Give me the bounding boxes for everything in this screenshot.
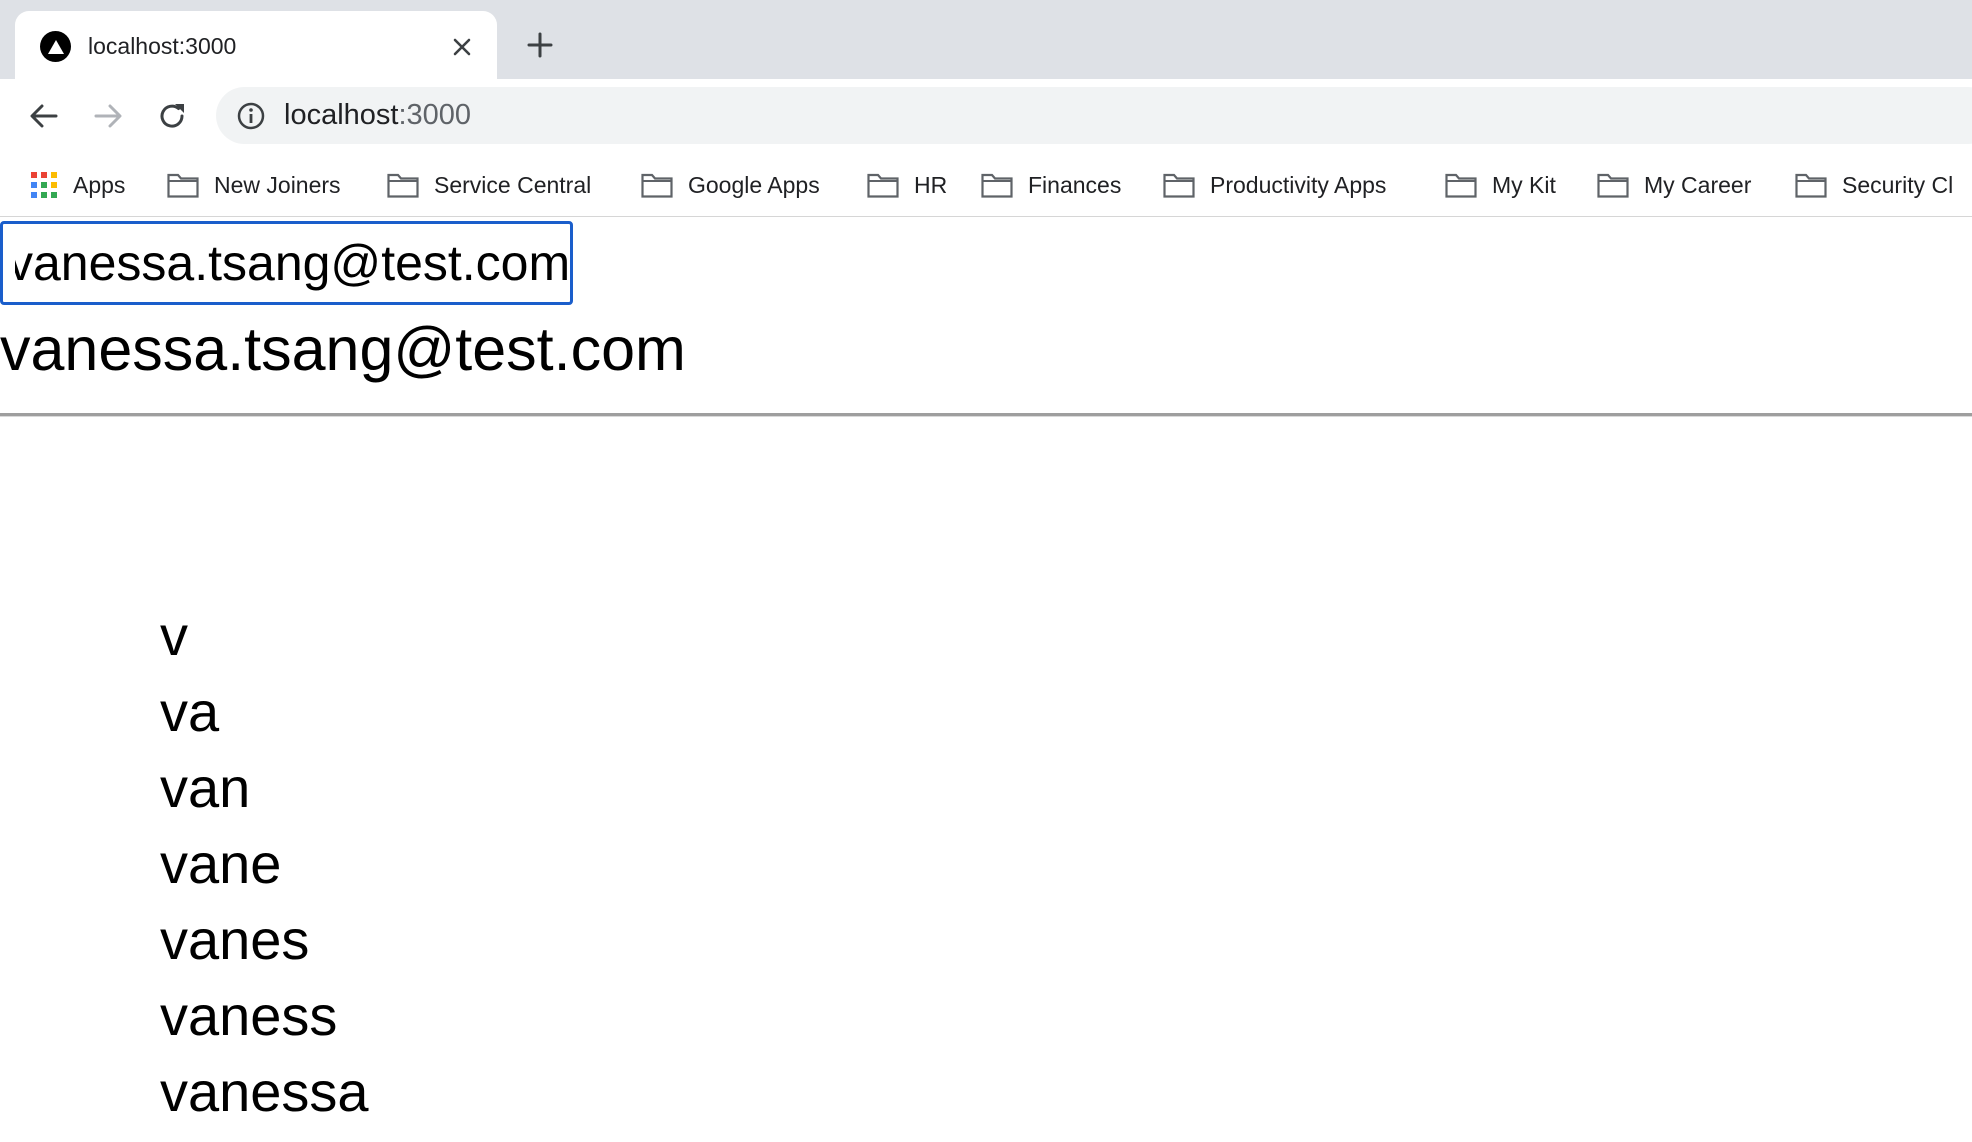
back-arrow-icon[interactable] xyxy=(24,96,64,136)
list-item: va xyxy=(160,680,220,743)
email-input[interactable] xyxy=(0,221,573,305)
bookmark-label: Google Apps xyxy=(688,171,820,198)
bookmarks-bar: Apps New Joiners Service Central Google … xyxy=(0,152,1972,217)
folder-icon xyxy=(1597,173,1629,198)
folder-icon xyxy=(1795,173,1827,198)
bookmark-label: Productivity Apps xyxy=(1210,171,1387,198)
bookmark-label: Finances xyxy=(1028,171,1122,198)
tab-title: localhost:3000 xyxy=(88,33,237,59)
tab-strip: localhost:3000 xyxy=(0,0,1972,79)
bookmark-label: My Career xyxy=(1644,171,1752,198)
bookmark-my-career[interactable]: My Career xyxy=(1597,167,1751,203)
bookmark-label: New Joiners xyxy=(214,171,341,198)
list-item: vaness xyxy=(160,984,338,1047)
triangle-favicon-icon xyxy=(40,31,71,62)
info-icon[interactable] xyxy=(236,101,266,131)
folder-icon xyxy=(1445,173,1477,198)
browser-tab[interactable]: localhost:3000 xyxy=(15,11,497,79)
folder-icon xyxy=(167,173,199,198)
bookmark-label: Apps xyxy=(73,171,126,198)
folder-icon xyxy=(1163,173,1195,198)
bookmark-hr[interactable]: HR xyxy=(867,167,947,203)
bookmark-finances[interactable]: Finances xyxy=(981,167,1121,203)
list-item: vane xyxy=(160,832,282,895)
list-item: vanessa xyxy=(160,1060,369,1123)
folder-icon xyxy=(641,173,673,198)
email-echo-text: vanessa.tsang@test.com xyxy=(0,315,686,383)
bookmark-my-kit[interactable]: My Kit xyxy=(1445,167,1556,203)
apps-grid-icon xyxy=(31,172,57,198)
folder-icon xyxy=(867,173,899,198)
url-text: localhost:3000 xyxy=(284,99,471,132)
reload-icon[interactable] xyxy=(152,96,192,136)
bookmark-google-apps[interactable]: Google Apps xyxy=(641,167,820,203)
bookmark-apps[interactable]: Apps xyxy=(30,167,125,203)
url-host: localhost xyxy=(284,99,399,131)
bookmark-security[interactable]: Security Cl xyxy=(1795,167,1953,203)
bookmark-label: Service Central xyxy=(434,171,592,198)
bookmark-productivity-apps[interactable]: Productivity Apps xyxy=(1163,167,1386,203)
new-tab-plus-icon[interactable] xyxy=(522,27,558,63)
url-port: :3000 xyxy=(398,99,472,131)
close-icon[interactable] xyxy=(446,31,477,62)
bookmark-service-central[interactable]: Service Central xyxy=(387,167,591,203)
folder-icon xyxy=(981,173,1013,198)
address-bar[interactable]: localhost:3000 xyxy=(216,87,1972,144)
prefix-list: v va van vane vanes vaness vanessa xyxy=(160,598,369,1130)
bookmark-label: HR xyxy=(914,171,948,198)
list-item: v xyxy=(160,604,188,667)
horizontal-rule xyxy=(0,413,1972,417)
list-item: vanes xyxy=(160,908,310,971)
forward-arrow-icon[interactable] xyxy=(88,96,128,136)
browser-toolbar: localhost:3000 xyxy=(0,79,1972,152)
bookmark-label: My Kit xyxy=(1492,171,1556,198)
bookmark-new-joiners[interactable]: New Joiners xyxy=(167,167,341,203)
bookmark-label: Security Cl xyxy=(1842,171,1954,198)
list-item: van xyxy=(160,756,251,819)
folder-icon xyxy=(387,173,419,198)
